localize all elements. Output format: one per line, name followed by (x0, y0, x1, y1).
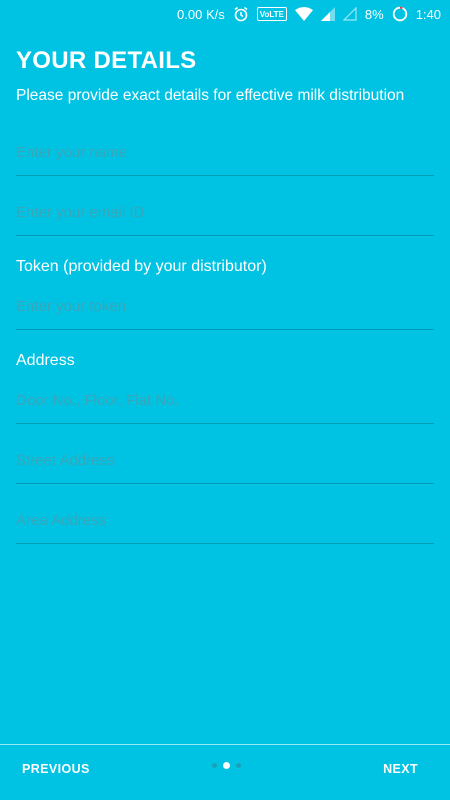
email-field (16, 196, 434, 236)
door-input[interactable] (16, 384, 434, 423)
page-indicator (209, 762, 244, 769)
alarm-icon (233, 6, 249, 22)
name-input[interactable] (16, 136, 434, 175)
token-field (16, 290, 434, 330)
onboarding-screen: 0.00 K/s VoLTE 8% 1:40 YOUR DETAILS Plea… (0, 0, 450, 800)
volte-badge: VoLTE (256, 7, 287, 21)
signal-secondary-icon (342, 7, 357, 21)
email-input[interactable] (16, 196, 434, 235)
status-bar: 0.00 K/s VoLTE 8% 1:40 (0, 0, 450, 28)
page-subtitle: Please provide exact details for effecti… (16, 87, 405, 104)
wifi-icon (294, 7, 313, 21)
clock: 1:40 (415, 6, 441, 22)
token-label: Token (provided by your distributor) (16, 258, 267, 275)
page-dot-1 (212, 763, 217, 768)
network-speed: 0.00 K/s (177, 6, 225, 22)
battery-ring-icon (392, 6, 408, 22)
page-dot-3 (236, 763, 241, 768)
door-field (16, 384, 434, 424)
bottom-divider (0, 744, 450, 745)
street-input[interactable] (16, 444, 434, 483)
name-field (16, 136, 434, 176)
area-input[interactable] (16, 504, 434, 543)
previous-button[interactable]: PREVIOUS (22, 762, 90, 776)
street-field (16, 444, 434, 484)
next-button[interactable]: NEXT (383, 762, 418, 776)
page-dot-2 (223, 762, 230, 769)
page-title: YOUR DETAILS (16, 47, 197, 74)
address-label: Address (16, 352, 75, 369)
token-input[interactable] (16, 290, 434, 329)
signal-icon (320, 7, 335, 21)
area-field (16, 504, 434, 544)
battery-percent: 8% (364, 6, 384, 22)
